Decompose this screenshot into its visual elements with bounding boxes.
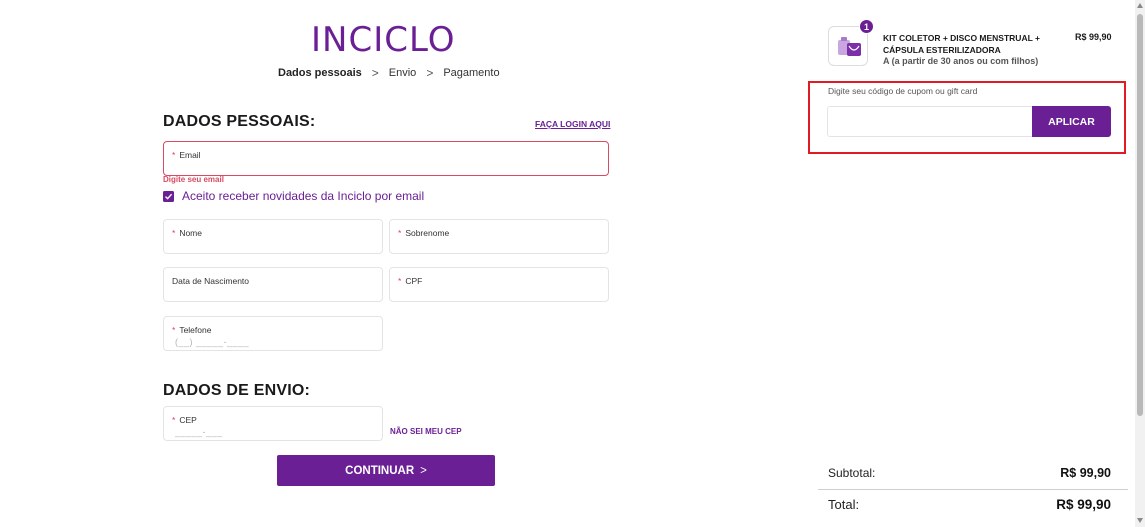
coupon-input[interactable] <box>827 106 1033 137</box>
name-label: Nome <box>179 228 202 238</box>
required-mark: * <box>172 150 176 160</box>
birthdate-field[interactable]: Data de Nascimento <box>163 267 383 302</box>
continue-button[interactable]: CONTINUAR > <box>277 455 495 486</box>
scroll-up-arrow-icon[interactable] <box>1137 3 1143 8</box>
newsletter-label: Aceito receber novidades da Inciclo por … <box>182 189 425 203</box>
scrollbar-thumb[interactable] <box>1137 14 1143 416</box>
shipping-data-title: DADOS DE ENVIO: <box>163 382 311 399</box>
email-field[interactable]: * Email <box>163 141 609 176</box>
surname-field[interactable]: * Sobrenome <box>389 219 609 254</box>
cpf-label: CPF <box>405 276 423 286</box>
step-shipping[interactable]: Envio <box>389 67 417 79</box>
cep-placeholder: _____-___ <box>175 427 223 437</box>
required-mark: * <box>172 415 176 425</box>
cart-quantity-badge: 1 <box>859 19 874 34</box>
email-label: Email <box>179 150 201 160</box>
subtotal-row: Subtotal: R$ 99,90 <box>828 466 1111 480</box>
total-label: Total: <box>828 497 860 512</box>
scroll-down-arrow-icon[interactable] <box>1137 518 1143 523</box>
newsletter-checkbox[interactable]: Aceito receber novidades da Inciclo por … <box>163 189 424 203</box>
continue-button-label: CONTINUAR <box>345 464 415 477</box>
required-mark: * <box>398 276 402 286</box>
required-mark: * <box>172 228 176 238</box>
checkout-steps: Dados pessoais > Envio > Pagamento <box>278 66 500 80</box>
cpf-field[interactable]: * CPF <box>389 267 609 302</box>
total-value: R$ 99,90 <box>1056 497 1111 512</box>
step-personal-data[interactable]: Dados pessoais <box>278 67 362 79</box>
coupon-label: Digite seu código de cupom ou gift card <box>828 86 978 96</box>
name-field[interactable]: * Nome <box>163 219 383 254</box>
product-price: R$ 99,90 <box>1075 32 1112 42</box>
required-mark: * <box>398 228 402 238</box>
required-mark: * <box>172 325 176 335</box>
product-name: KIT COLETOR + DISCO MENSTRUAL + CÁPSULA … <box>883 33 1040 55</box>
summary-divider <box>818 489 1128 490</box>
chevron-right-icon: > <box>371 66 379 80</box>
cep-label: CEP <box>179 415 197 425</box>
phone-field[interactable]: * Telefone (__) _____-____ <box>163 316 383 351</box>
login-link[interactable]: FAÇA LOGIN AQUI <box>535 119 610 129</box>
product-variant: A (a partir de 30 anos ou com filhos) <box>883 56 1039 66</box>
subtotal-value: R$ 99,90 <box>1060 466 1111 480</box>
total-row: Total: R$ 99,90 <box>828 497 1111 512</box>
personal-data-title: DADOS PESSOAIS: <box>163 113 316 130</box>
email-error-message: Digite seu email <box>163 175 224 184</box>
checkmark-icon[interactable] <box>163 190 174 202</box>
surname-label: Sobrenome <box>405 228 450 238</box>
step-payment[interactable]: Pagamento <box>443 67 499 79</box>
chevron-right-icon: > <box>420 464 427 477</box>
svg-text:INCICLO: INCICLO <box>311 20 455 56</box>
subtotal-label: Subtotal: <box>828 466 876 480</box>
chevron-right-icon: > <box>426 66 434 80</box>
dont-know-cep-link[interactable]: NÃO SEI MEU CEP <box>390 427 462 436</box>
inciclo-logo: INCICLO <box>311 20 455 56</box>
apply-coupon-button[interactable]: APLICAR <box>1032 106 1111 137</box>
cep-field[interactable]: * CEP _____-___ <box>163 406 383 441</box>
phone-label: Telefone <box>179 325 212 335</box>
birthdate-label: Data de Nascimento <box>172 276 250 286</box>
phone-placeholder: (__) _____-____ <box>175 337 250 347</box>
